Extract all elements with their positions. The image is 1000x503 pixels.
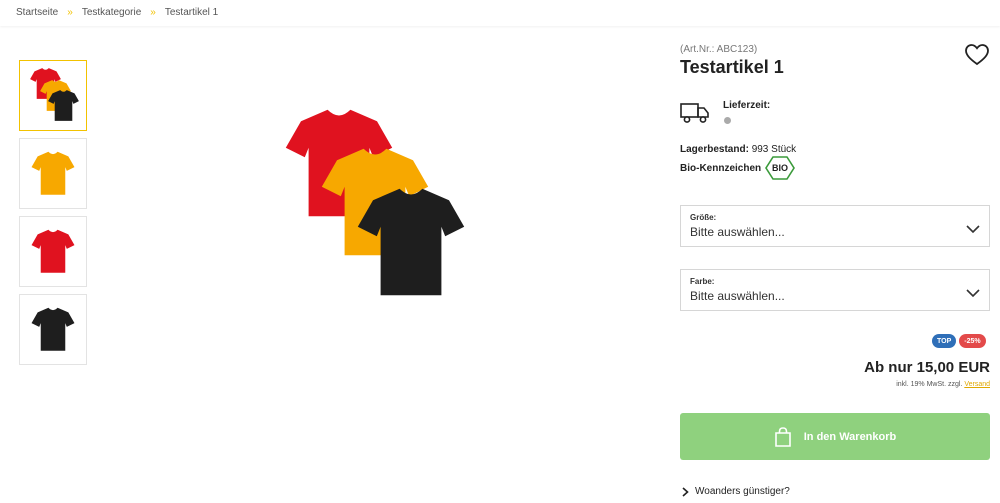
breadcrumb: Startseite » Testkategorie » Testartikel… [16, 7, 218, 18]
breadcrumb-separator: » [67, 7, 73, 18]
color-select-value: Bitte auswählen... [690, 289, 785, 303]
color-select[interactable]: Farbe: Bitte auswählen... [680, 269, 990, 311]
thumbnail-tshirt-black[interactable] [19, 294, 87, 365]
tax-note: inkl. 19% MwSt. zzgl. Versand [896, 381, 990, 388]
thumbnail-tshirt-set[interactable] [19, 60, 87, 131]
article-number: (Art.Nr.: ABC123) [680, 44, 758, 55]
product-price: Ab nur 15,00 EUR [864, 359, 990, 376]
wishlist-heart-icon[interactable] [964, 43, 990, 67]
product-main-image[interactable] [280, 100, 480, 325]
tshirt-yellow-image [31, 151, 75, 195]
size-select[interactable]: Größe: Bitte auswählen... [680, 205, 990, 247]
stock-info: Lagerbestand: 993 Stück [680, 144, 796, 155]
cheaper-elsewhere-link[interactable]: Woanders günstiger? [682, 486, 790, 497]
size-select-value: Bitte auswählen... [690, 225, 785, 239]
truck-icon [680, 103, 709, 123]
delivery-time-label: Lieferzeit: [723, 100, 771, 111]
delivery-info: Lieferzeit: [680, 100, 990, 130]
tshirt-red-image [31, 229, 75, 273]
bio-info: Bio-Kennzeichen BIO [680, 156, 796, 180]
bio-seal-icon: BIO [765, 156, 796, 180]
bio-label: Bio-Kennzeichen [680, 162, 762, 174]
discount-badge: -25% [959, 334, 986, 348]
bio-seal-text: BIO [772, 163, 788, 173]
thumbnail-tshirt-red[interactable] [19, 216, 87, 287]
tax-note-text: inkl. 19% MwSt. zzgl. [896, 381, 963, 388]
product-badges: TOP -25% [932, 334, 986, 348]
product-title: Testartikel 1 [680, 57, 784, 77]
tshirt-set-image [30, 67, 79, 121]
tshirt-black-image [31, 307, 75, 351]
chevron-right-icon [682, 486, 689, 497]
thumbnail-list [19, 60, 87, 372]
breadcrumb-home[interactable]: Startseite [16, 7, 58, 18]
delivery-status-dot [724, 117, 731, 124]
cheaper-elsewhere-label: Woanders günstiger? [695, 486, 790, 497]
breadcrumb-category[interactable]: Testkategorie [82, 7, 141, 18]
top-badge: TOP [932, 334, 957, 348]
thumbnail-tshirt-yellow[interactable] [19, 138, 87, 209]
breadcrumb-current[interactable]: Testartikel 1 [165, 7, 218, 18]
stock-value: 993 Stück [751, 144, 797, 155]
add-to-cart-button[interactable]: In den Warenkorb [680, 413, 990, 460]
chevron-down-icon [966, 225, 980, 234]
shopping-bag-icon [774, 426, 791, 447]
stock-label: Lagerbestand: [680, 144, 749, 155]
breadcrumb-bar: Startseite » Testkategorie » Testartikel… [0, 0, 1000, 26]
add-to-cart-label: In den Warenkorb [803, 430, 897, 443]
shipping-link[interactable]: Versand [964, 381, 990, 388]
product-header: (Art.Nr.: ABC123) Testartikel 1 [680, 44, 990, 78]
breadcrumb-separator: » [150, 7, 156, 18]
tshirt-set-image [285, 109, 465, 296]
color-select-label: Farbe: [690, 277, 715, 286]
size-select-label: Größe: [690, 213, 717, 222]
chevron-down-icon [966, 289, 980, 298]
